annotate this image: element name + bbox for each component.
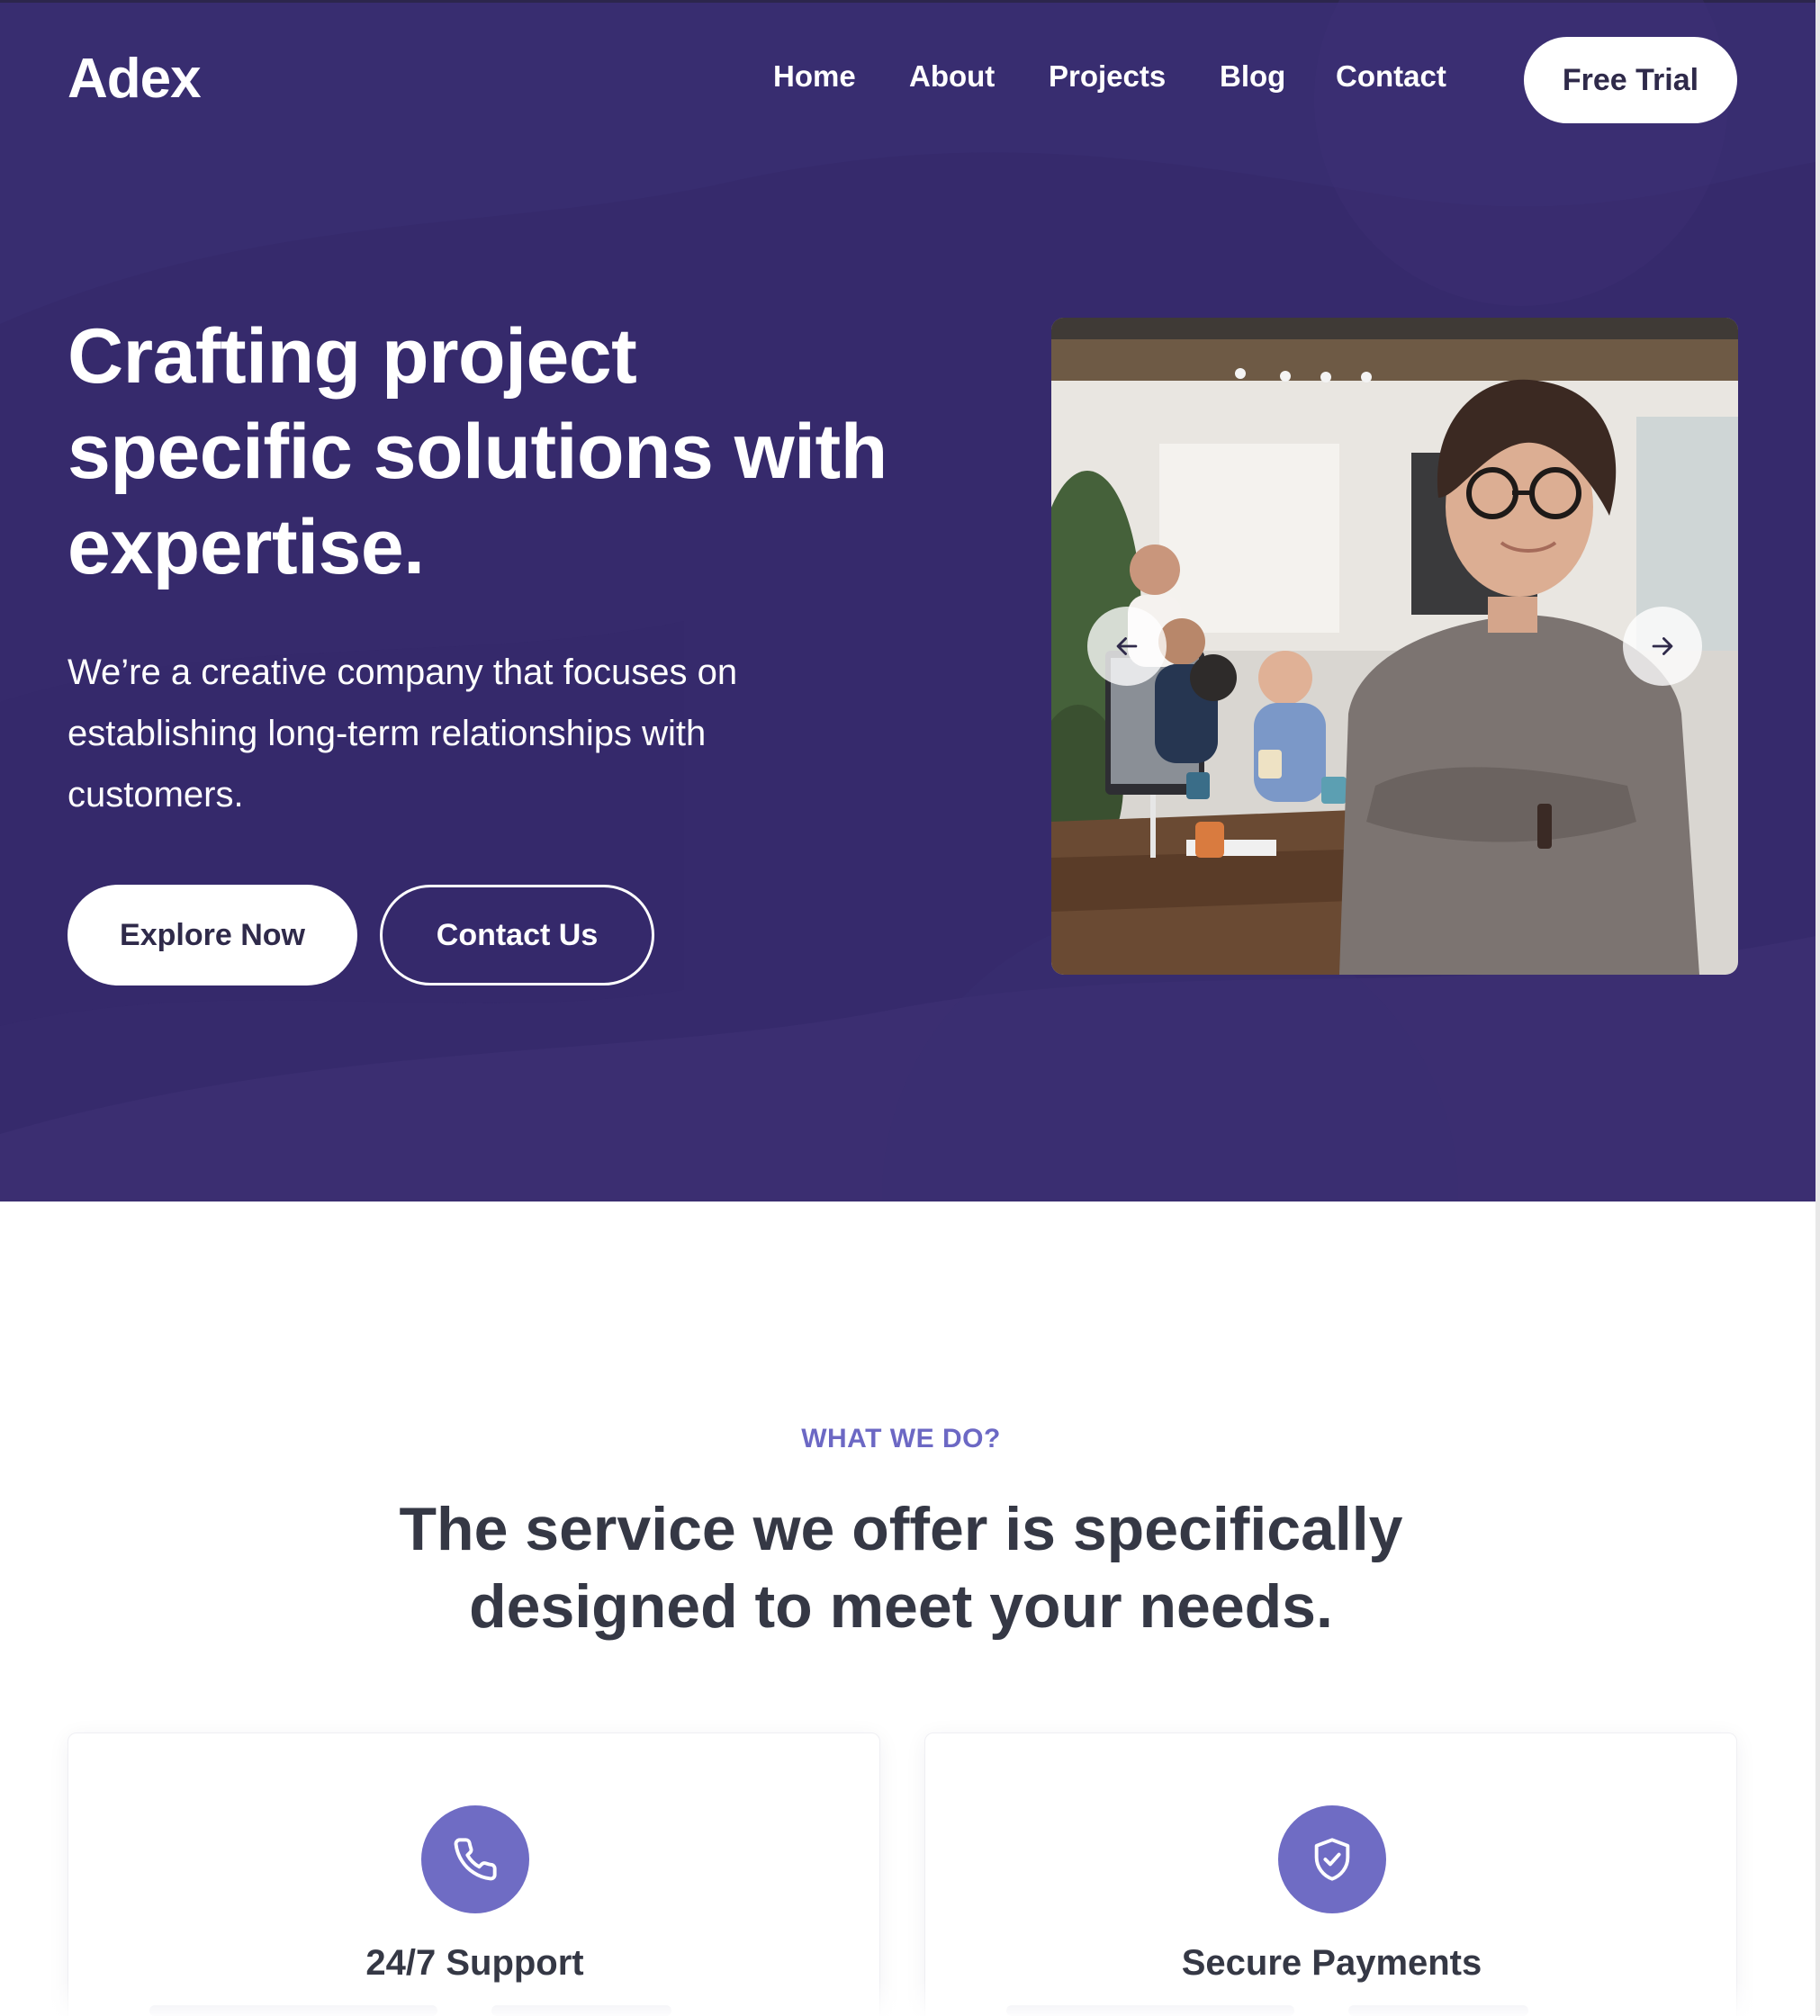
nav-link-about[interactable]: About (909, 59, 995, 94)
services-heading: The service we offer is specifically des… (0, 1490, 1802, 1645)
service-icon-circle (1278, 1805, 1386, 1913)
services-heading-line: The service we offer is specifically (399, 1495, 1403, 1563)
nav-link-blog[interactable]: Blog (1220, 59, 1285, 94)
arrow-right-icon (1652, 637, 1673, 655)
hero-title-line: specific solutions with (68, 409, 887, 495)
hero-description: We’re a creative company that focuses on… (68, 642, 842, 825)
bottom-fade (0, 1980, 1820, 2016)
contact-us-button[interactable]: Contact Us (380, 885, 654, 986)
slider-prev-button[interactable] (1087, 607, 1167, 686)
arrow-left-icon (1116, 637, 1138, 655)
service-icon-circle (421, 1805, 529, 1913)
nav-link-projects[interactable]: Projects (1049, 59, 1166, 94)
hero-title: Crafting project specific solutions with… (68, 309, 968, 595)
page: Adex Home About Projects Blog Contact Fr… (0, 0, 1820, 2016)
slider-next-button[interactable] (1623, 607, 1702, 686)
services-heading-line: designed to meet your needs. (469, 1572, 1333, 1641)
nav-link-contact[interactable]: Contact (1336, 59, 1446, 94)
hero-title-line: expertise. (68, 504, 425, 590)
hero-description-line: We’re a creative company that focuses on (68, 652, 738, 692)
hero-title-line: Crafting project (68, 313, 637, 400)
service-card-support[interactable]: 24/7 Support (68, 1732, 880, 2016)
hero-image-slider (1051, 318, 1738, 975)
hero-description-line: customers. (68, 775, 244, 814)
logo[interactable]: Adex (68, 47, 202, 111)
shield-check-icon (1314, 1838, 1350, 1881)
hero-description-line: establishing long-term relationships wit… (68, 714, 707, 753)
nav-link-home[interactable]: Home (773, 59, 856, 94)
free-trial-button[interactable]: Free Trial (1524, 37, 1737, 123)
window-right-edge (1815, 0, 1820, 2016)
hero-section: Adex Home About Projects Blog Contact Fr… (0, 0, 1815, 1202)
phone-icon (454, 1838, 497, 1881)
services-eyebrow: WHAT WE DO? (801, 1424, 1001, 1454)
service-card-title: 24/7 Support (365, 1943, 584, 1983)
explore-now-button[interactable]: Explore Now (68, 885, 357, 986)
navbar: Adex Home About Projects Blog Contact Fr… (0, 0, 1815, 162)
service-card-payments[interactable]: Secure Payments (924, 1732, 1737, 2016)
service-card-title: Secure Payments (1181, 1943, 1482, 1983)
